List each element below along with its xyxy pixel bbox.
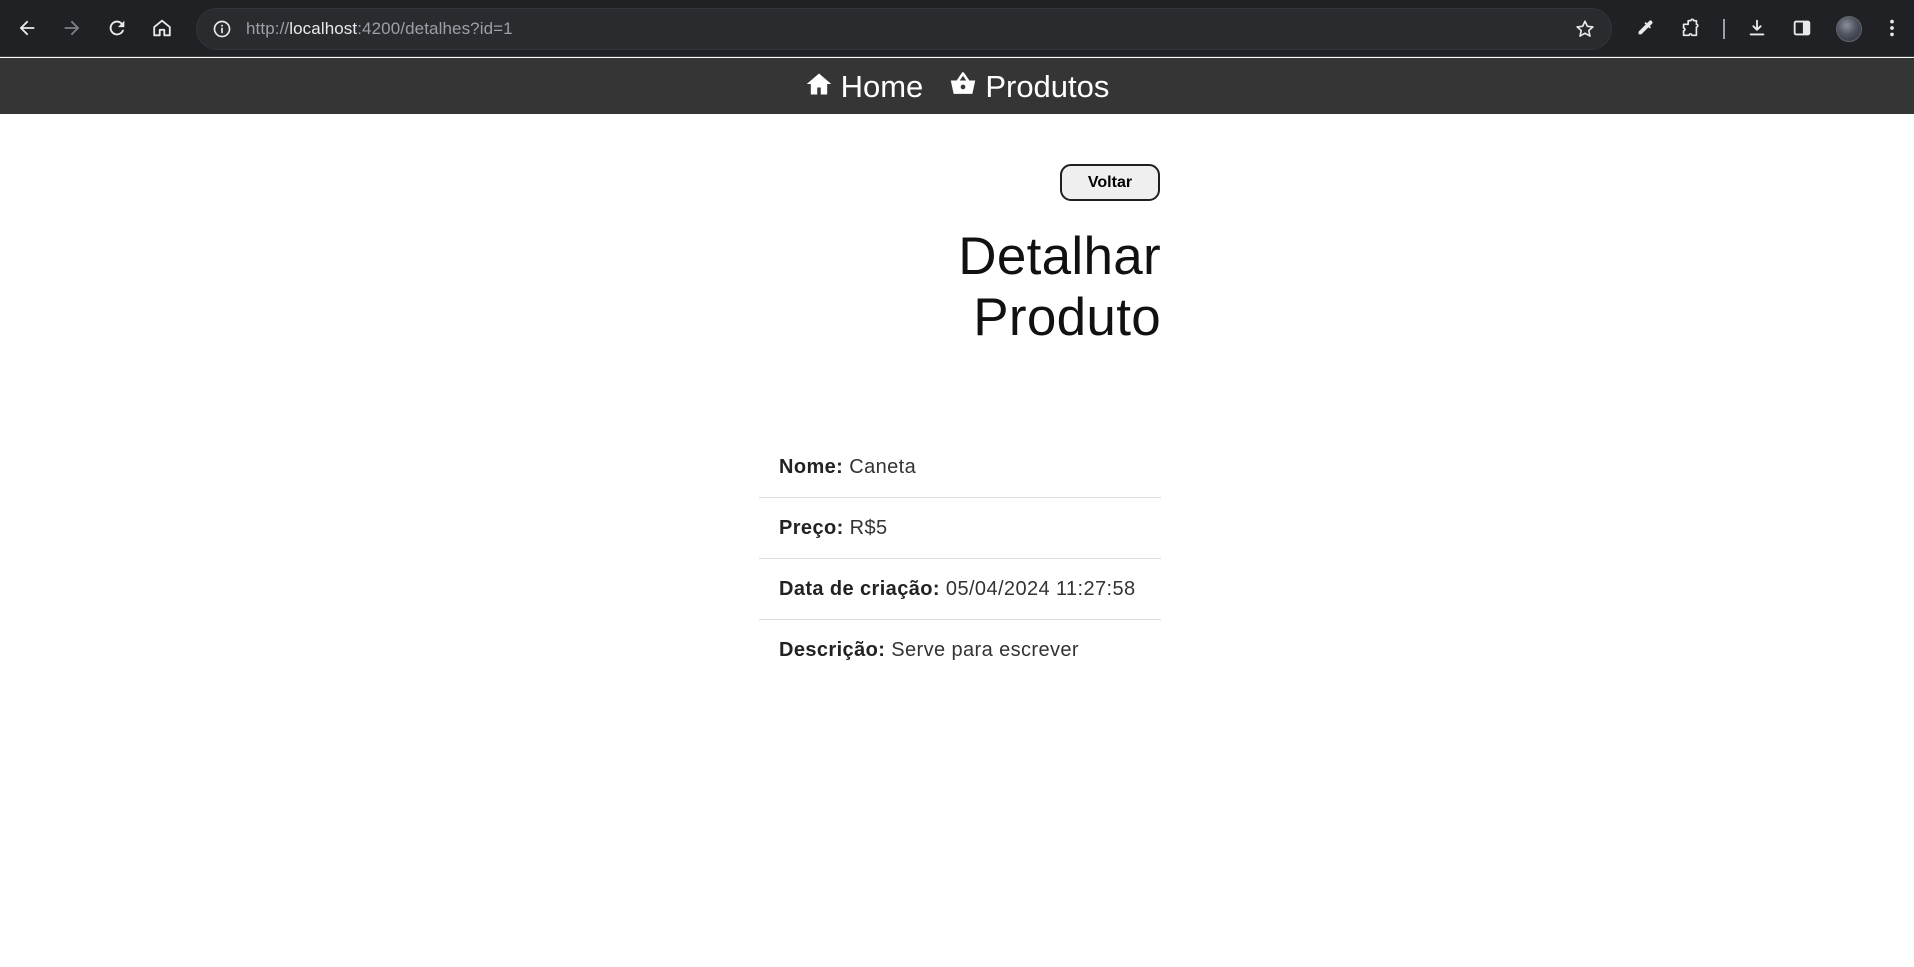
extensions-puzzle-icon[interactable] [1673, 11, 1707, 45]
eyedropper-extension-icon[interactable] [1628, 11, 1662, 45]
download-icon[interactable] [1740, 11, 1774, 45]
detail-label: Data de criação: [779, 577, 940, 600]
detail-label: Nome: [779, 455, 844, 478]
reload-icon[interactable] [100, 11, 134, 45]
browser-toolbar: http://localhost:4200/detalhes?id=1 [0, 0, 1914, 57]
detail-value: 05/04/2024 11:27:58 [945, 577, 1136, 600]
page-title: Detalhar Produto [958, 227, 1161, 347]
bookmark-star-icon[interactable] [1572, 16, 1598, 42]
nav-link-produtos[interactable]: Produtos [949, 70, 1109, 103]
forward-arrow-icon[interactable] [55, 11, 89, 45]
basket-icon [949, 70, 977, 103]
profile-avatar[interactable] [1836, 16, 1862, 42]
back-button[interactable]: Voltar [1060, 164, 1160, 201]
kebab-menu-icon[interactable] [1875, 11, 1909, 45]
nav-link-home[interactable]: Home [805, 68, 924, 104]
detail-label: Preço: [779, 516, 844, 539]
detail-value: R$5 [849, 516, 888, 539]
nav-link-label: Home [840, 68, 924, 104]
detail-label: Descrição: [779, 639, 886, 661]
back-arrow-icon[interactable] [10, 11, 44, 45]
detail-item-data-criacao: Data de criação: 05/04/2024 11:27:58 [759, 559, 1161, 620]
detail-value: Caneta [849, 455, 917, 478]
side-panel-icon[interactable] [1785, 11, 1819, 45]
detail-item-preco: Preço: R$5 [759, 498, 1161, 559]
url-text: http://localhost:4200/detalhes?id=1 [246, 19, 513, 39]
detail-value: Serve para escrever [891, 639, 1079, 661]
url-scheme: http:// [246, 19, 290, 38]
nav-link-label: Produtos [985, 68, 1110, 104]
site-info-icon[interactable] [210, 17, 234, 41]
product-details-list: Nome: Caneta Preço: R$5 Data de criação:… [759, 437, 1161, 681]
app-navbar: Home Produtos [0, 58, 1914, 114]
url-path: :4200/detalhes?id=1 [357, 19, 513, 38]
detail-item-nome: Nome: Caneta [759, 437, 1161, 498]
address-bar[interactable]: http://localhost:4200/detalhes?id=1 [196, 8, 1612, 50]
url-host: localhost [289, 19, 358, 38]
detail-item-descricao: Descrição: Serve para escrever [759, 620, 1161, 681]
toolbar-divider [1723, 19, 1725, 39]
home-icon [805, 70, 833, 103]
home-page-icon[interactable] [145, 11, 179, 45]
